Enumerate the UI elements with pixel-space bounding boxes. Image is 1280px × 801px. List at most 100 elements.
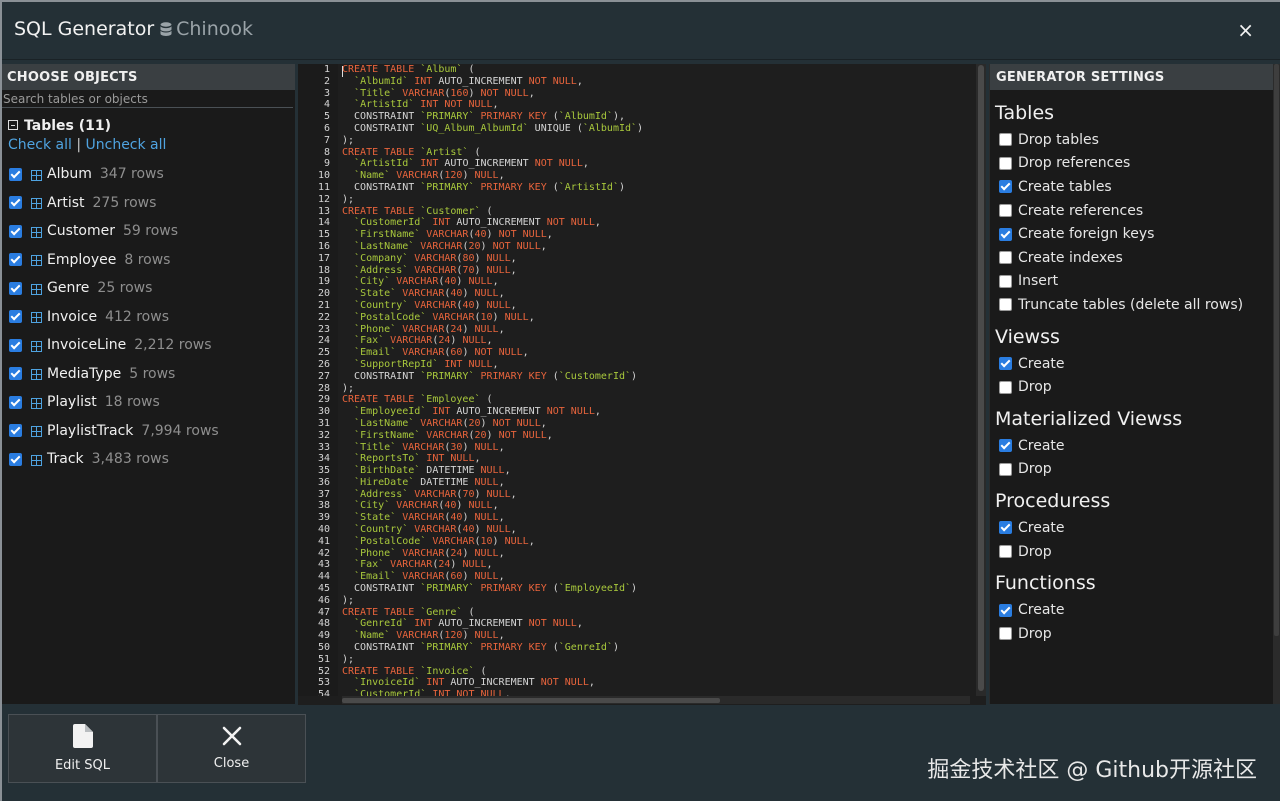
code-token: 70 <box>462 488 475 500</box>
setting-option[interactable]: Create references <box>990 199 1273 223</box>
horizontal-scroll-thumb[interactable] <box>342 698 720 703</box>
setting-checkbox[interactable] <box>999 298 1012 312</box>
setting-checkbox[interactable] <box>999 357 1012 371</box>
setting-checkbox[interactable] <box>999 156 1012 170</box>
setting-option[interactable]: Create <box>990 598 1273 622</box>
table-row[interactable]: MediaType 5 rows <box>2 360 295 389</box>
settings-scrollbar[interactable] <box>1273 64 1280 704</box>
table-checkbox[interactable] <box>9 224 22 238</box>
tables-group-header[interactable]: Tables (11) <box>2 108 295 136</box>
database-icon <box>160 20 172 42</box>
setting-checkbox[interactable] <box>999 521 1012 535</box>
uncheck-all-link[interactable]: Uncheck all <box>86 137 167 153</box>
collapse-icon[interactable] <box>8 120 18 130</box>
code-token: ( <box>546 181 559 193</box>
code-token: 24 <box>438 335 451 347</box>
table-row[interactable]: Invoice 412 rows <box>2 303 295 332</box>
code-token: ) <box>456 500 469 512</box>
code-token: `Album` <box>420 64 463 75</box>
table-checkbox[interactable] <box>9 367 22 381</box>
close-button[interactable]: Close <box>157 714 306 783</box>
setting-option[interactable]: Create <box>990 516 1273 540</box>
setting-checkbox[interactable] <box>999 603 1012 617</box>
setting-option[interactable]: Create <box>990 434 1273 458</box>
table-row[interactable]: Track 3,483 rows <box>2 445 295 474</box>
setting-checkbox[interactable] <box>999 380 1012 394</box>
code-line: `EmployeeId` INT AUTO_INCREMENT NOT NULL… <box>342 406 968 418</box>
line-number: 44 <box>317 571 330 583</box>
code-token: , <box>540 417 547 429</box>
table-row[interactable]: Playlist 18 rows <box>2 388 295 417</box>
setting-checkbox[interactable] <box>999 627 1012 641</box>
table-checkbox[interactable] <box>9 167 22 181</box>
code-token: , <box>510 252 517 264</box>
setting-option[interactable]: Truncate tables (delete all rows) <box>990 293 1273 317</box>
check-all-link[interactable]: Check all <box>8 137 72 153</box>
code-token: CREATE TABLE <box>342 146 421 158</box>
setting-option[interactable]: Drop <box>990 622 1273 646</box>
table-row[interactable]: Genre 25 rows <box>2 274 295 303</box>
table-row[interactable]: Customer 59 rows <box>2 217 295 246</box>
table-row[interactable]: Album 347 rows <box>2 160 295 189</box>
setting-option[interactable]: Drop <box>990 458 1273 482</box>
table-checkbox[interactable] <box>9 196 22 210</box>
table-checkbox[interactable] <box>9 281 22 295</box>
table-checkbox[interactable] <box>9 424 22 438</box>
vertical-scrollbar[interactable] <box>976 64 986 696</box>
table-grid-icon <box>31 397 42 409</box>
sql-code[interactable]: CREATE TABLE `Album` ( `AlbumId` INT AUT… <box>342 64 968 696</box>
code-token: `Phone` <box>354 323 397 335</box>
setting-option[interactable]: Create indexes <box>990 246 1273 270</box>
code-line: `ArtistId` INT AUTO_INCREMENT NOT NULL, <box>342 158 968 170</box>
edit-sql-button[interactable]: Edit SQL <box>8 714 157 783</box>
table-checkbox[interactable] <box>9 452 22 466</box>
table-checkbox[interactable] <box>9 310 22 324</box>
code-token: `CustomerId` <box>558 370 632 382</box>
search-input[interactable] <box>2 90 293 108</box>
table-checkbox[interactable] <box>9 395 22 409</box>
setting-checkbox[interactable] <box>999 251 1012 265</box>
setting-option[interactable]: Drop <box>990 540 1273 564</box>
table-row[interactable]: PlaylistTrack 7,994 rows <box>2 417 295 446</box>
setting-option[interactable]: Drop <box>990 375 1273 399</box>
code-token: CONSTRAINT <box>342 642 421 654</box>
setting-option[interactable]: Insert <box>990 270 1273 294</box>
file-icon <box>72 724 93 752</box>
code-token: `Phone` <box>354 547 397 559</box>
line-number: 27 <box>317 370 330 382</box>
code-token: , <box>504 465 511 477</box>
setting-checkbox[interactable] <box>999 133 1012 147</box>
settings-scroll-thumb[interactable] <box>1274 64 1279 636</box>
setting-checkbox[interactable] <box>999 462 1012 476</box>
table-checkbox[interactable] <box>9 253 22 267</box>
horizontal-scrollbar[interactable] <box>342 696 970 704</box>
vertical-scroll-thumb[interactable] <box>978 65 984 691</box>
setting-option[interactable]: Create foreign keys <box>990 222 1273 246</box>
setting-checkbox[interactable] <box>999 204 1012 218</box>
close-icon[interactable]: × <box>1237 20 1254 40</box>
code-token: NULL <box>474 441 499 453</box>
table-row[interactable]: InvoiceLine 2,212 rows <box>2 331 295 360</box>
code-token: INT <box>414 158 439 170</box>
setting-checkbox[interactable] <box>999 439 1012 453</box>
setting-checkbox[interactable] <box>999 180 1012 194</box>
table-row[interactable]: Employee 8 rows <box>2 246 295 275</box>
setting-option[interactable]: Drop tables <box>990 128 1273 152</box>
setting-checkbox[interactable] <box>999 545 1012 559</box>
setting-checkbox[interactable] <box>999 227 1012 241</box>
line-number: 36 <box>317 476 330 488</box>
table-checkbox[interactable] <box>9 338 22 352</box>
code-line: `FirstName` VARCHAR(40) NOT NULL, <box>342 229 968 241</box>
setting-checkbox[interactable] <box>999 274 1012 288</box>
code-token: AUTO_INCREMENT <box>450 217 547 229</box>
setting-option[interactable]: Create <box>990 352 1273 376</box>
setting-option[interactable]: Drop references <box>990 152 1273 176</box>
table-row[interactable]: Artist 275 rows <box>2 189 295 218</box>
sql-editor[interactable]: 1 2 3 4 5 6 7 8 9 10 11 12 13 14 15 16 17 18 19 20 21 22 23 24 2… <box>298 64 986 705</box>
code-token: `Company` <box>354 252 409 264</box>
code-token: , <box>474 453 481 465</box>
setting-option[interactable]: Create tables <box>990 175 1273 199</box>
